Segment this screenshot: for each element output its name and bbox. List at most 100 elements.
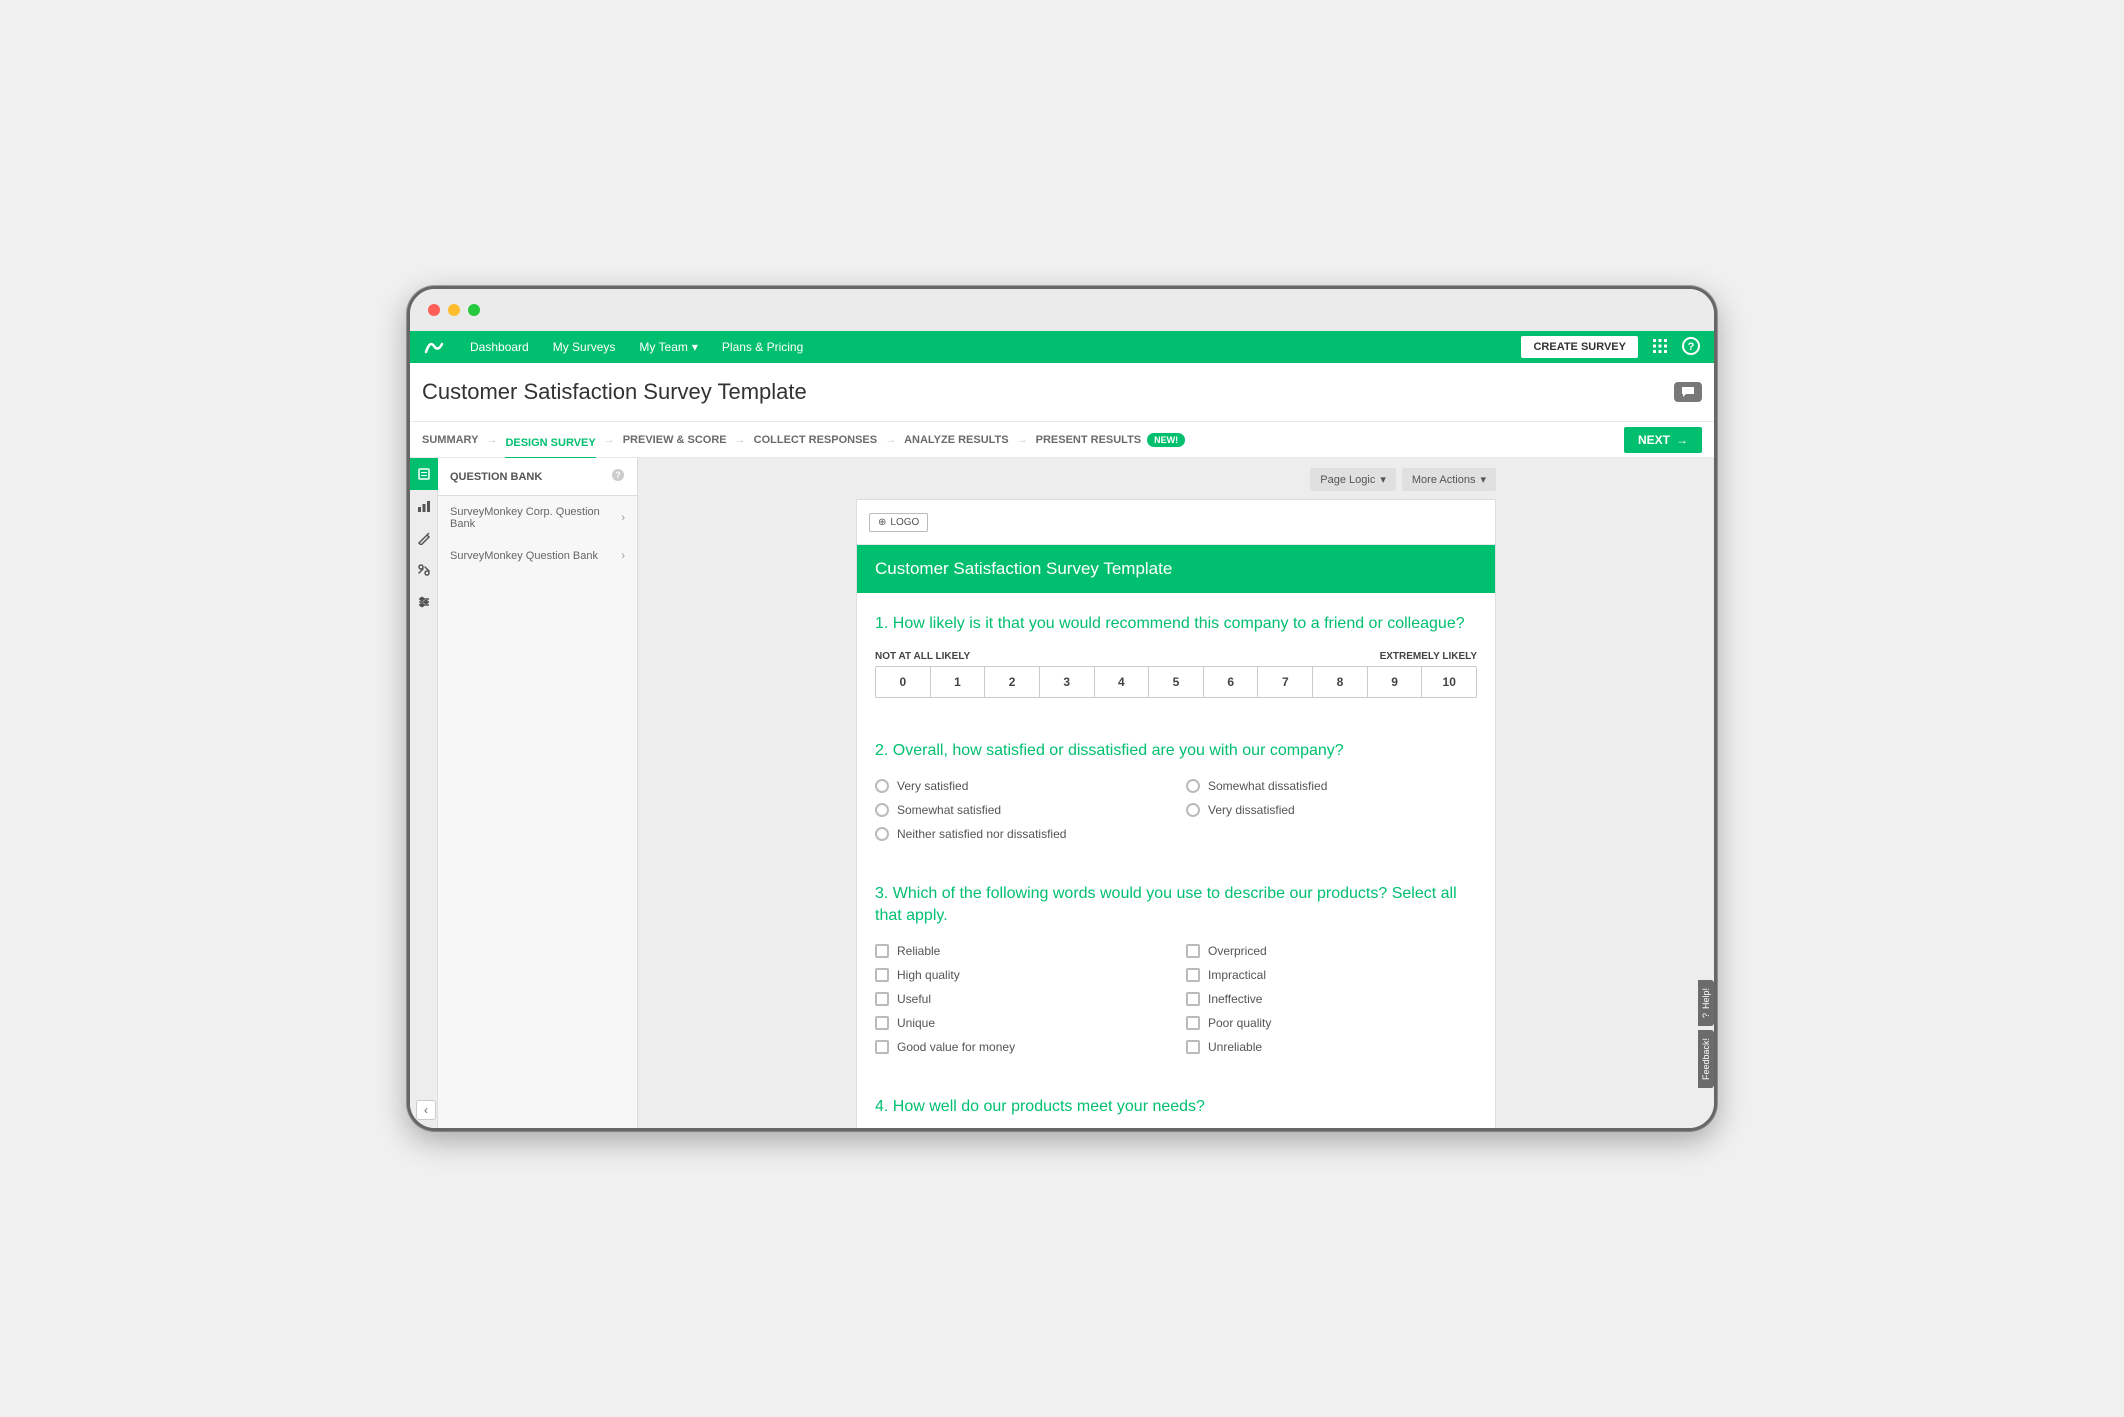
checkbox-option[interactable]: Reliable [875,944,1166,958]
checkbox-option[interactable]: Unique [875,1016,1166,1030]
add-logo-button[interactable]: ⊕ LOGO [869,513,928,532]
feedback-tabs: ? Help! Feedback! [1698,976,1714,1088]
triangle-down-icon: ▾ [1380,473,1386,486]
question-4: 4. How well do our products meet your ne… [875,1096,1477,1128]
rail-question-bank-icon[interactable] [410,458,438,490]
nps-cell-2[interactable]: 2 [985,667,1040,697]
help-tab-label: Help! [1701,988,1711,1009]
help-tab[interactable]: ? Help! [1698,980,1714,1026]
tab-collect-responses[interactable]: COLLECT RESPONSES [754,434,877,446]
radio-option[interactable]: Somewhat satisfied [875,803,1166,817]
nps-cell-8[interactable]: 8 [1313,667,1368,697]
checkbox-option[interactable]: Useful [875,992,1166,1006]
radio-option[interactable]: Neither satisfied nor dissatisfied [875,827,1166,841]
checkbox-option[interactable]: Unreliable [1186,1040,1477,1054]
panel-header: QUESTION BANK ? [438,458,637,496]
device-frame: Dashboard My Surveys My Team▾ Plans & Pr… [407,286,1717,1131]
question-2-title[interactable]: 2. Overall, how satisfied or dissatisfie… [875,740,1477,762]
nps-cell-3[interactable]: 3 [1040,667,1095,697]
rail-builder-icon[interactable] [410,490,438,522]
tab-design-survey[interactable]: DESIGN SURVEY [505,429,595,460]
radio-icon [1186,779,1200,793]
nps-cell-5[interactable]: 5 [1149,667,1204,697]
checkbox-icon [1186,944,1200,958]
question-2: 2. Overall, how satisfied or dissatisfie… [875,740,1477,840]
more-actions-button[interactable]: More Actions▾ [1402,468,1496,491]
breadcrumb-bar: SUMMARY → DESIGN SURVEY → PREVIEW & SCOR… [410,422,1714,458]
nps-cell-0[interactable]: 0 [876,667,931,697]
question-4-title[interactable]: 4. How well do our products meet your ne… [875,1096,1477,1118]
logo-slot: ⊕ LOGO [857,500,1495,545]
nps-cell-6[interactable]: 6 [1204,667,1259,697]
checkbox-option[interactable]: Poor quality [1186,1016,1477,1030]
breadcrumb-arrow-icon: → [604,434,615,446]
help-circle-icon[interactable]: ? [611,468,625,485]
window-maximize-dot[interactable] [468,304,480,316]
nps-cell-1[interactable]: 1 [931,667,986,697]
apps-grid-icon[interactable] [1652,338,1668,357]
question-bank-main[interactable]: SurveyMonkey Question Bank › [438,540,637,572]
rail-appearance-icon[interactable] [410,522,438,554]
checkbox-icon [875,944,889,958]
window-close-dot[interactable] [428,304,440,316]
next-button[interactable]: NEXT → [1624,427,1702,453]
survey-card: ⊕ LOGO Customer Satisfaction Survey Temp… [856,499,1496,1128]
caret-down-icon: ▾ [692,340,698,354]
nav-my-team[interactable]: My Team▾ [627,331,710,363]
checkbox-option[interactable]: Impractical [1186,968,1477,982]
nps-cell-9[interactable]: 9 [1368,667,1423,697]
brand-logo-icon[interactable] [424,340,444,354]
tab-preview-score[interactable]: PREVIEW & SCORE [623,434,727,446]
question-3: 3. Which of the following words would yo… [875,883,1477,1054]
checkbox-option[interactable]: High quality [875,968,1166,982]
comments-button[interactable] [1674,382,1702,402]
tab-present-results[interactable]: PRESENT RESULTS NEW! [1036,433,1186,447]
rail-options-icon[interactable] [410,586,438,618]
add-logo-label: LOGO [890,517,919,528]
question-bank-corp[interactable]: SurveyMonkey Corp. Question Bank › [438,496,637,540]
breadcrumb-arrow-icon: → [735,434,746,446]
checkbox-icon [875,1040,889,1054]
question-3-title[interactable]: 3. Which of the following words would yo… [875,883,1477,928]
radio-icon [875,803,889,817]
nps-cell-4[interactable]: 4 [1095,667,1150,697]
create-survey-button[interactable]: CREATE SURVEY [1521,336,1638,358]
nps-cell-10[interactable]: 10 [1422,667,1476,697]
checkbox-option[interactable]: Ineffective [1186,992,1477,1006]
mac-titlebar [410,289,1714,331]
feedback-tab[interactable]: Feedback! [1698,1030,1714,1088]
collapse-sidebar-button[interactable]: ‹ [416,1100,436,1120]
option-label: Overpriced [1208,944,1267,958]
radio-icon [875,827,889,841]
survey-title[interactable]: Customer Satisfaction Survey Template [857,545,1495,593]
question-1-title[interactable]: 1. How likely is it that you would recom… [875,613,1477,635]
nav-dashboard[interactable]: Dashboard [458,331,541,363]
help-icon[interactable]: ? [1682,337,1700,358]
option-label: Useful [897,992,931,1006]
checkbox-option[interactable]: Good value for money [875,1040,1166,1054]
scale-label-right: EXTREMELY LIKELY [1380,651,1477,662]
nps-cell-7[interactable]: 7 [1258,667,1313,697]
checkbox-option[interactable]: Overpriced [1186,944,1477,958]
option-label: Very dissatisfied [1208,803,1295,817]
checkbox-icon [875,992,889,1006]
page-logic-button[interactable]: Page Logic▾ [1310,468,1396,491]
nav-my-surveys[interactable]: My Surveys [541,331,628,363]
radio-option[interactable]: Very satisfied [875,779,1166,793]
rail-logic-icon[interactable] [410,554,438,586]
nps-scale: 0 1 2 3 4 5 6 7 8 9 10 [875,666,1477,698]
top-nav: Dashboard My Surveys My Team▾ Plans & Pr… [410,331,1714,363]
tab-analyze-results[interactable]: ANALYZE RESULTS [904,434,1009,446]
more-actions-label: More Actions [1412,474,1476,486]
option-label: Very satisfied [897,779,968,793]
nav-plans-pricing[interactable]: Plans & Pricing [710,331,815,363]
help-dot-icon: ? [1701,1013,1711,1018]
radio-option[interactable]: Somewhat dissatisfied [1186,779,1477,793]
window-minimize-dot[interactable] [448,304,460,316]
sidebar-panel: QUESTION BANK ? SurveyMonkey Corp. Quest… [438,458,638,1128]
option-label: Poor quality [1208,1016,1271,1030]
tab-summary[interactable]: SUMMARY [422,434,478,446]
question-1: 1. How likely is it that you would recom… [875,613,1477,698]
radio-option[interactable]: Very dissatisfied [1186,803,1477,817]
plus-icon: ⊕ [878,517,886,528]
